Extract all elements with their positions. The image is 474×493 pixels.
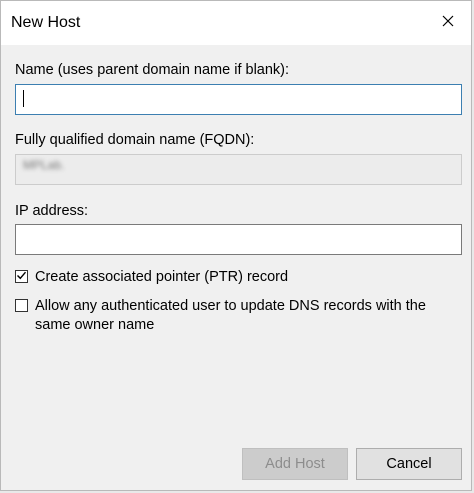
title-bar: New Host xyxy=(1,1,471,45)
add-host-button[interactable]: Add Host xyxy=(242,448,348,480)
ptr-checkbox-label: Create associated pointer (PTR) record xyxy=(35,269,289,285)
fqdn-value: MPLab. xyxy=(23,158,65,172)
new-host-dialog: New Host Name (uses parent domain name i… xyxy=(0,0,472,491)
ptr-checkbox-row[interactable]: Create associated pointer (PTR) record xyxy=(15,268,465,287)
checkmark-icon xyxy=(16,268,27,286)
ip-address-label: IP address: xyxy=(15,203,89,219)
text-caret xyxy=(23,90,24,107)
close-button[interactable] xyxy=(425,1,471,45)
cancel-button[interactable]: Cancel xyxy=(356,448,462,480)
ip-address-input[interactable] xyxy=(15,224,462,255)
allow-update-checkbox-label: Allow any authenticated user to update D… xyxy=(35,298,426,333)
allow-update-checkbox[interactable] xyxy=(15,299,28,312)
fqdn-label: Fully qualified domain name (FQDN): xyxy=(15,132,255,148)
allow-update-checkbox-row[interactable]: Allow any authenticated user to update D… xyxy=(15,297,465,335)
ptr-checkbox[interactable] xyxy=(15,270,28,283)
dialog-title: New Host xyxy=(11,14,81,31)
name-label: Name (uses parent domain name if blank): xyxy=(15,62,290,78)
name-input[interactable] xyxy=(15,84,462,115)
fqdn-field xyxy=(15,154,462,185)
close-icon xyxy=(442,14,454,32)
